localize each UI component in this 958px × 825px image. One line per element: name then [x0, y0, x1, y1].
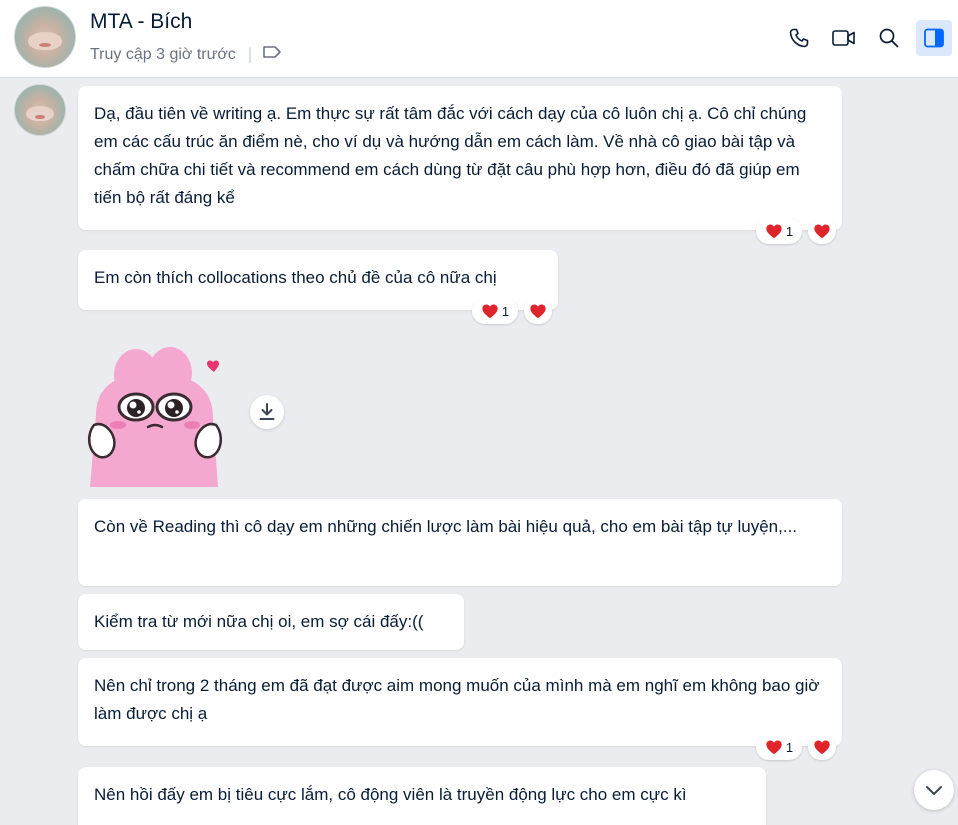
chevron-down-icon — [926, 786, 942, 795]
avatar-face — [28, 32, 62, 51]
reaction-count: 1 — [785, 223, 794, 239]
contact-avatar[interactable] — [14, 6, 76, 68]
heart-icon — [766, 740, 782, 755]
scroll-to-bottom-button[interactable] — [914, 770, 954, 810]
heart-icon — [482, 304, 498, 319]
reaction-summary[interactable]: 1 — [756, 734, 802, 760]
reaction-count: 1 — [501, 303, 510, 319]
message-text: Nên hồi đấy em bị tiêu cực lắm, cô động … — [94, 785, 687, 804]
message-bubble[interactable]: Nên chỉ trong 2 tháng em đã đạt được aim… — [78, 658, 842, 746]
avatar-mouth — [35, 115, 45, 119]
last-seen-status: Truy cập 3 giờ trước — [90, 45, 236, 63]
status-separator: | — [247, 45, 252, 63]
message-bubble[interactable]: Nên hồi đấy em bị tiêu cực lắm, cô động … — [78, 767, 766, 825]
heart-icon — [766, 224, 782, 239]
message-text: Em còn thích collocations theo chủ đề củ… — [94, 268, 497, 287]
reaction-count: 1 — [785, 739, 794, 755]
add-reaction-button[interactable] — [524, 298, 552, 324]
message-bubble[interactable]: Kiểm tra từ mới nữa chị oi, em sợ cái đấ… — [78, 594, 464, 650]
add-reaction-button[interactable] — [808, 218, 836, 244]
message-text: Nên chỉ trong 2 tháng em đã đạt được aim… — [94, 676, 820, 723]
chat-header: MTA - Bích Truy cập 3 giờ trước | — [0, 0, 958, 78]
video-icon[interactable] — [826, 20, 862, 56]
download-icon — [259, 403, 275, 420]
search-icon[interactable] — [871, 20, 907, 56]
message-text: Còn về Reading thì cô dạy em những chiến… — [94, 517, 798, 536]
message-text: Dạ, đầu tiên về writing ạ. Em thực sự rấ… — [94, 104, 807, 207]
sidebar-toggle-icon[interactable] — [916, 20, 952, 56]
reaction-summary[interactable]: 1 — [756, 218, 802, 244]
sender-avatar[interactable] — [14, 84, 66, 136]
contact-name[interactable]: MTA - Bích — [90, 10, 192, 34]
heart-icon — [814, 740, 830, 755]
avatar-face — [26, 106, 54, 121]
message-text: Kiểm tra từ mới nữa chị oi, em sợ cái đấ… — [94, 612, 424, 631]
download-button[interactable] — [250, 395, 284, 429]
tag-icon[interactable] — [262, 44, 282, 65]
add-reaction-button[interactable] — [808, 734, 836, 760]
phone-icon[interactable] — [781, 20, 817, 56]
message-bubble[interactable]: Còn về Reading thì cô dạy em những chiến… — [78, 499, 842, 586]
sticker-image[interactable] — [78, 345, 238, 487]
reaction-summary[interactable]: 1 — [472, 298, 518, 324]
heart-icon — [814, 224, 830, 239]
contact-status-row: Truy cập 3 giờ trước | — [90, 44, 282, 65]
heart-icon — [530, 304, 546, 319]
message-bubble[interactable]: Dạ, đầu tiên về writing ạ. Em thực sự rấ… — [78, 86, 842, 230]
